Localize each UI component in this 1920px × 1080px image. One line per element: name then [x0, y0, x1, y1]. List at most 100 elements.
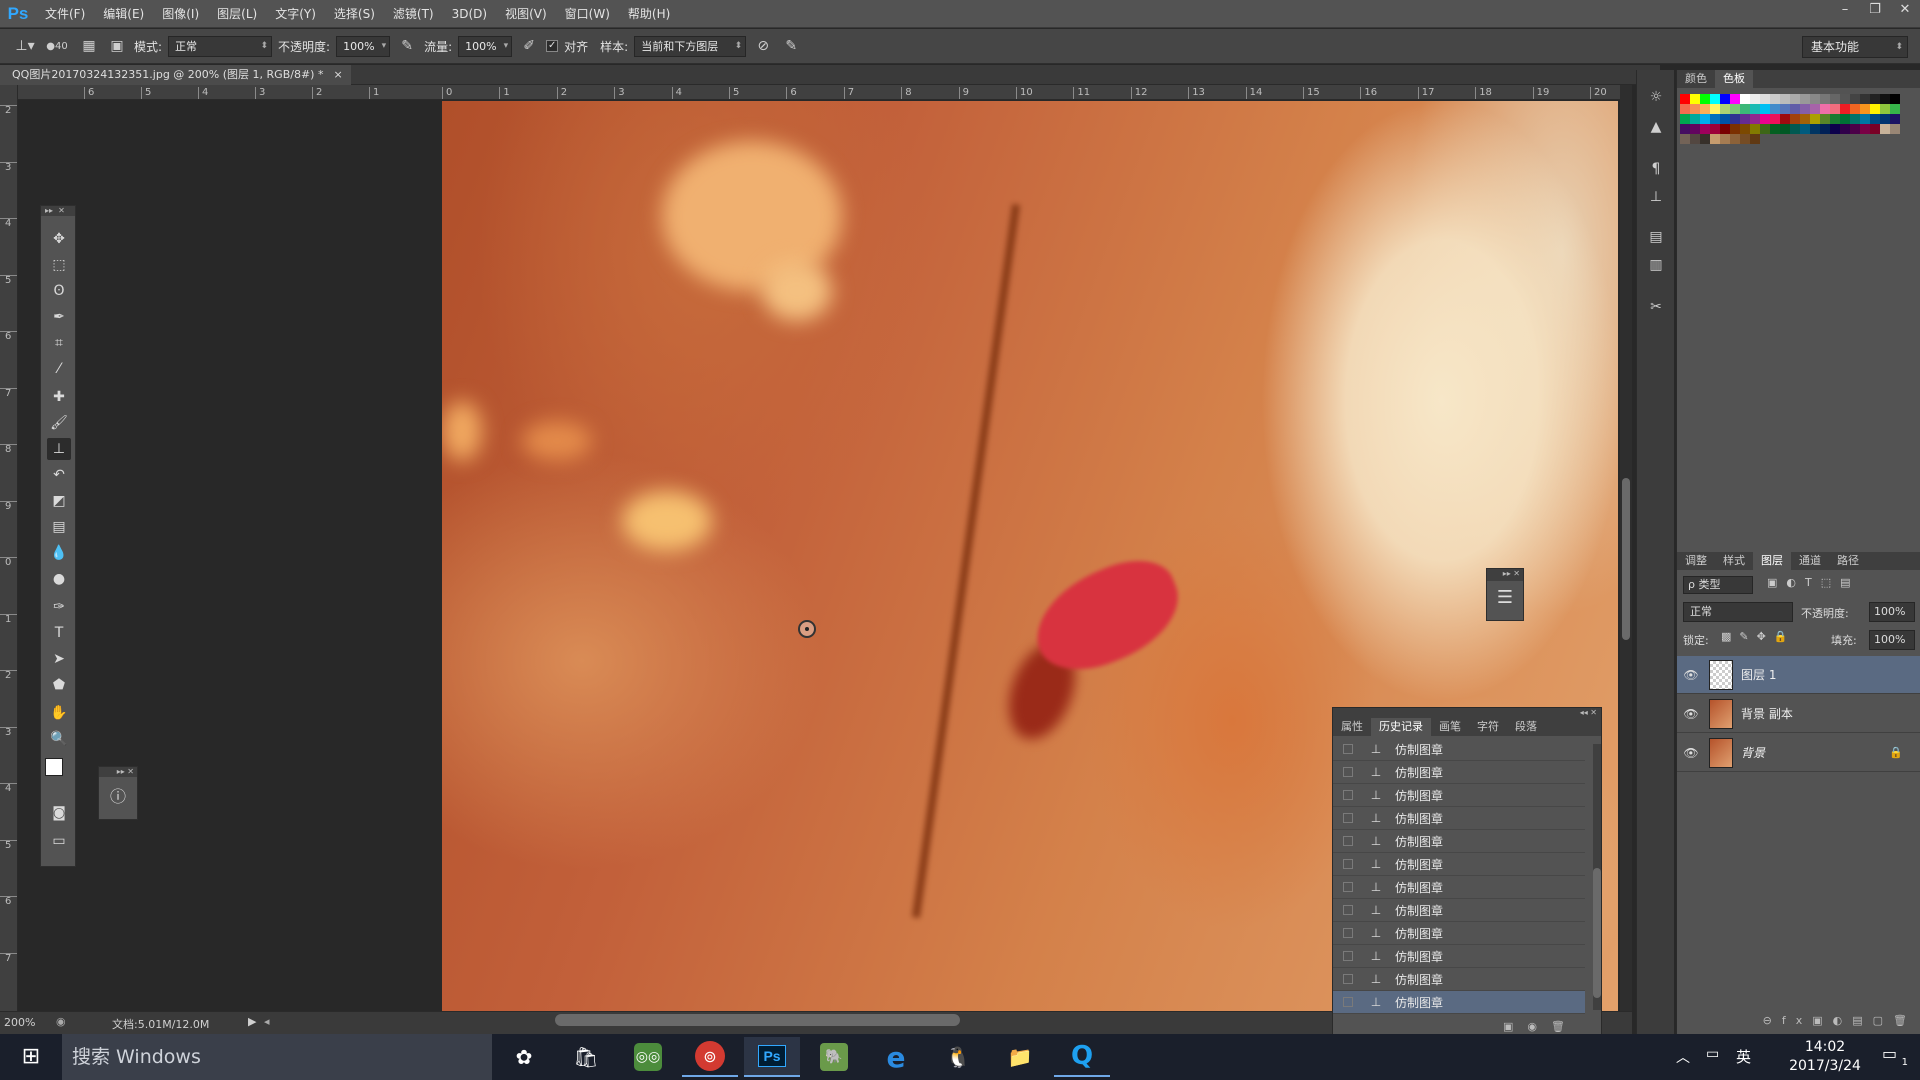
- close-tab-icon[interactable]: ×: [333, 65, 342, 85]
- color-swatch[interactable]: [1760, 134, 1770, 144]
- color-swatch[interactable]: [1850, 134, 1860, 144]
- tab-layer-panel[interactable]: 样式: [1715, 552, 1753, 570]
- layer-filter-select[interactable]: ρ 类型: [1683, 576, 1753, 594]
- color-swatch[interactable]: [1850, 124, 1860, 134]
- color-swatch[interactable]: [1700, 94, 1710, 104]
- scroll-left-icon[interactable]: ◂: [264, 1015, 270, 1028]
- eye-icon[interactable]: 👁: [1677, 746, 1705, 760]
- chevron-up-icon[interactable]: ︿: [1676, 1047, 1690, 1067]
- screen-mode-icon[interactable]: ▭: [47, 830, 71, 852]
- color-swatch[interactable]: [1830, 124, 1840, 134]
- panel-close-icon[interactable]: ▸▸ ✕: [1487, 569, 1523, 581]
- color-swatch[interactable]: [1740, 134, 1750, 144]
- crop-tool-icon[interactable]: ⌗: [47, 332, 71, 354]
- paragraph-icon[interactable]: ¶: [1645, 158, 1667, 180]
- status-menu-icon[interactable]: ▶: [248, 1015, 256, 1028]
- color-swatch[interactable]: [1790, 94, 1800, 104]
- color-swatch[interactable]: [1700, 124, 1710, 134]
- color-swatch[interactable]: [1690, 94, 1700, 104]
- snapshot-checkbox[interactable]: [1343, 997, 1353, 1007]
- menu-item[interactable]: 选择(S): [325, 0, 384, 28]
- color-swatch[interactable]: [1820, 134, 1830, 144]
- tab-history-panel[interactable]: 段落: [1507, 718, 1545, 736]
- color-swatch[interactable]: [1890, 94, 1900, 104]
- color-swatch[interactable]: [1760, 114, 1770, 124]
- tab-layer-panel[interactable]: 通道: [1791, 552, 1829, 570]
- color-swatch[interactable]: [1680, 124, 1690, 134]
- color-swatch[interactable]: [1760, 104, 1770, 114]
- netease-music-icon[interactable]: ⊚: [682, 1037, 738, 1077]
- snapshot-checkbox[interactable]: [1343, 744, 1353, 754]
- history-scroll-thumb[interactable]: [1593, 868, 1601, 998]
- color-swatch[interactable]: [1870, 94, 1880, 104]
- color-swatch[interactable]: [1700, 104, 1710, 114]
- menu-item[interactable]: 帮助(H): [619, 0, 679, 28]
- evernote-icon[interactable]: 🐘: [806, 1037, 862, 1077]
- menu-item[interactable]: 窗口(W): [556, 0, 619, 28]
- menu-item[interactable]: 编辑(E): [94, 0, 153, 28]
- lasso-tool-icon[interactable]: ʘ: [47, 280, 71, 302]
- history-item[interactable]: ⊥ 仿制图章: [1333, 899, 1585, 922]
- color-swatch[interactable]: [1800, 114, 1810, 124]
- color-swatch[interactable]: [1890, 124, 1900, 134]
- tab-color[interactable]: 颜色: [1677, 70, 1715, 88]
- history-item[interactable]: ⊥ 仿制图章: [1333, 968, 1585, 991]
- color-swatch[interactable]: [1720, 134, 1730, 144]
- opacity-input[interactable]: 100% ▾: [336, 35, 391, 57]
- color-swatch[interactable]: [1710, 94, 1720, 104]
- move-tool-icon[interactable]: ✥: [47, 228, 71, 250]
- foreground-color-swatch[interactable]: [45, 758, 63, 776]
- color-swatch[interactable]: [1730, 104, 1740, 114]
- layer-row[interactable]: 👁 背景 🔒: [1677, 734, 1920, 772]
- color-swatch[interactable]: [1800, 94, 1810, 104]
- workspace-select[interactable]: 基本功能 ⬍: [1802, 36, 1908, 58]
- flow-input[interactable]: 100% ▾: [458, 35, 513, 57]
- color-swatch[interactable]: [1780, 94, 1790, 104]
- battery-icon[interactable]: ▭: [1706, 1046, 1719, 1062]
- color-swatch[interactable]: [1800, 104, 1810, 114]
- layer-row[interactable]: 👁 图层 1: [1677, 656, 1920, 694]
- layer-opacity-input[interactable]: 100%: [1869, 602, 1915, 622]
- snapshot-checkbox[interactable]: [1343, 836, 1353, 846]
- color-swatch[interactable]: [1830, 94, 1840, 104]
- color-swatch[interactable]: [1680, 134, 1690, 144]
- color-swatch[interactable]: [1780, 134, 1790, 144]
- menu-item[interactable]: 文字(Y): [266, 0, 325, 28]
- color-swatch[interactable]: [1710, 134, 1720, 144]
- color-swatch[interactable]: [1840, 94, 1850, 104]
- tripadvisor-icon[interactable]: ◎◎: [620, 1037, 676, 1077]
- color-swatch[interactable]: [1890, 114, 1900, 124]
- menu-item[interactable]: 滤镜(T): [384, 0, 443, 28]
- clone-source-icon[interactable]: ▣: [106, 35, 128, 57]
- brightness-icon[interactable]: ☼: [1645, 86, 1667, 108]
- color-swatch[interactable]: [1810, 124, 1820, 134]
- color-swatch[interactable]: [1680, 114, 1690, 124]
- ignore-adjustment-icon[interactable]: ⊘: [752, 35, 774, 57]
- color-swatch[interactable]: [1700, 114, 1710, 124]
- color-swatch[interactable]: [1780, 104, 1790, 114]
- color-swatch[interactable]: [1690, 114, 1700, 124]
- color-swatch[interactable]: [1840, 124, 1850, 134]
- color-swatch[interactable]: [1790, 134, 1800, 144]
- color-swatch[interactable]: [1750, 124, 1760, 134]
- tab-history-panel[interactable]: 画笔: [1431, 718, 1469, 736]
- color-swatch[interactable]: [1720, 124, 1730, 134]
- history-item[interactable]: ⊥ 仿制图章: [1333, 807, 1585, 830]
- pen-tool-icon[interactable]: ✑: [47, 596, 71, 618]
- color-swatch[interactable]: [1870, 114, 1880, 124]
- tab-history-panel[interactable]: 属性: [1333, 718, 1371, 736]
- color-swatch[interactable]: [1860, 114, 1870, 124]
- taskbar-search[interactable]: 搜索 Windows: [62, 1034, 492, 1080]
- color-swatch[interactable]: [1870, 124, 1880, 134]
- color-swatch[interactable]: [1780, 124, 1790, 134]
- layer-filter-icons[interactable]: ▣◐T⬚▤: [1767, 576, 1860, 589]
- color-swatch[interactable]: [1750, 134, 1760, 144]
- adjustments-icon[interactable]: ☰: [1487, 581, 1523, 615]
- vertical-scroll-thumb[interactable]: [1622, 478, 1630, 640]
- color-swatch[interactable]: [1740, 94, 1750, 104]
- history-item[interactable]: ⊥ 仿制图章: [1333, 853, 1585, 876]
- color-swatch[interactable]: [1880, 114, 1890, 124]
- color-swatch[interactable]: [1730, 134, 1740, 144]
- color-swatch[interactable]: [1820, 94, 1830, 104]
- color-swatch[interactable]: [1690, 124, 1700, 134]
